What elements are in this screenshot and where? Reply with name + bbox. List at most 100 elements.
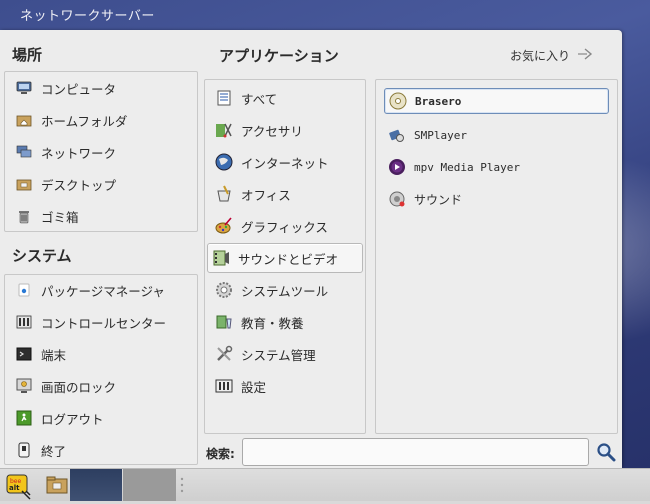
search-input[interactable] [242, 438, 589, 466]
category-system-admin[interactable]: システム管理 [211, 340, 361, 368]
workspace-1[interactable] [70, 469, 122, 501]
app-label: サウンド [414, 192, 463, 207]
app-list: Brasero SMPlayer mpv Media Player サウンド [375, 79, 618, 434]
system-admin-icon [215, 345, 233, 363]
system-item-label: パッケージマネージャ [41, 283, 165, 299]
home-folder-icon [15, 111, 33, 129]
network-icon [15, 143, 33, 161]
office-icon [215, 185, 233, 203]
category-label: 設定 [241, 379, 267, 395]
category-graphics[interactable]: グラフィックス [211, 212, 361, 240]
category-label: アクセサリ [241, 123, 303, 139]
bee-menu-icon: bee alt [4, 474, 34, 504]
taskbar-drag-handle[interactable] [178, 469, 186, 501]
search-button[interactable] [596, 442, 616, 462]
system-item-label: 画面のロック [41, 379, 117, 395]
search-icon [596, 443, 616, 465]
search-label: 検索: [206, 447, 235, 461]
applications-heading: アプリケーション [219, 47, 339, 65]
settings-icon [215, 377, 233, 395]
education-icon [215, 313, 233, 331]
category-list: すべて アクセサリ インターネット オフィス グラフィックス サウンドとビデオ … [204, 79, 366, 434]
app-smplayer[interactable]: SMPlayer [384, 122, 609, 148]
system-item-control-center[interactable]: コントロールセンター [11, 308, 193, 336]
all-apps-icon [215, 89, 233, 107]
application-menu: 場所 コンピュータ ホームフォルダ ネットワーク デスクトップ ゴミ箱 システム… [0, 30, 622, 468]
taskbar-file-manager-button[interactable] [44, 469, 70, 501]
shutdown-icon [15, 441, 33, 459]
system-heading: システム [12, 247, 72, 265]
places-item-home[interactable]: ホームフォルダ [11, 106, 193, 134]
accessories-icon [215, 121, 233, 139]
brasero-disc-icon [389, 92, 407, 110]
places-heading: 場所 [12, 46, 43, 64]
system-list: パッケージマネージャ コントロールセンター 端末 画面のロック ログアウト 終了 [4, 274, 198, 465]
system-item-lock-screen[interactable]: 画面のロック [11, 372, 193, 400]
category-label: 教育・教養 [241, 315, 304, 331]
category-accessories[interactable]: アクセサリ [211, 116, 361, 144]
system-item-shutdown[interactable]: 終了 [11, 436, 193, 464]
favorites-button[interactable]: お気に入り [510, 46, 594, 65]
system-item-label: 終了 [41, 443, 67, 459]
sound-speaker-icon [388, 190, 406, 208]
background-window-title: ネットワークサーバー [20, 9, 155, 24]
computer-icon [15, 79, 33, 97]
logout-icon [15, 409, 33, 427]
desktop-folder-icon [15, 175, 33, 193]
workspace-2[interactable] [123, 469, 176, 501]
internet-globe-icon [215, 153, 233, 171]
system-item-terminal[interactable]: 端末 [11, 340, 193, 368]
smplayer-icon [388, 126, 406, 144]
chevron-right-icon [576, 46, 594, 65]
app-label: Brasero [415, 94, 462, 108]
system-item-label: 端末 [41, 347, 67, 363]
category-label: グラフィックス [241, 219, 328, 235]
folder-icon [44, 476, 70, 504]
app-label: SMPlayer [414, 128, 467, 142]
trash-icon [15, 207, 33, 225]
app-mpv[interactable]: mpv Media Player [384, 154, 609, 180]
favorites-label: お気に入り [509, 49, 570, 63]
system-item-label: コントロールセンター [41, 315, 167, 331]
category-office[interactable]: オフィス [211, 180, 361, 208]
places-item-network[interactable]: ネットワーク [11, 138, 193, 166]
app-label: mpv Media Player [414, 160, 520, 174]
places-item-label: コンピュータ [41, 81, 117, 97]
category-label: すべて [241, 91, 278, 107]
svg-text:alt: alt [9, 484, 20, 492]
places-item-label: デスクトップ [41, 177, 117, 193]
system-item-package-manager[interactable]: パッケージマネージャ [11, 276, 193, 304]
system-item-label: ログアウト [41, 411, 104, 427]
app-brasero[interactable]: Brasero [384, 88, 609, 114]
places-item-label: ホームフォルダ [41, 113, 128, 129]
category-system-tools[interactable]: システムツール [211, 276, 361, 304]
taskbar: bee alt [0, 468, 650, 501]
places-item-label: ゴミ箱 [41, 209, 79, 225]
category-internet[interactable]: インターネット [211, 148, 361, 176]
category-education[interactable]: 教育・教養 [211, 308, 361, 336]
category-label: システムツール [241, 283, 329, 299]
terminal-icon [15, 345, 33, 363]
places-item-trash[interactable]: ゴミ箱 [11, 202, 193, 230]
places-list: コンピュータ ホームフォルダ ネットワーク デスクトップ ゴミ箱 [4, 71, 198, 232]
category-all[interactable]: すべて [211, 84, 361, 112]
category-label: オフィス [241, 187, 291, 203]
category-sound-video[interactable]: サウンドとビデオ [207, 243, 363, 273]
places-item-label: ネットワーク [41, 145, 117, 161]
category-label: インターネット [241, 155, 329, 171]
graphics-icon [215, 217, 233, 235]
places-item-computer[interactable]: コンピュータ [11, 74, 193, 102]
package-manager-icon [15, 281, 33, 299]
system-tools-icon [215, 281, 233, 299]
category-label: サウンドとビデオ [238, 251, 339, 267]
lock-screen-icon [15, 377, 33, 395]
category-label: システム管理 [241, 347, 316, 363]
control-center-icon [15, 313, 33, 331]
category-settings[interactable]: 設定 [211, 372, 361, 400]
app-sound[interactable]: サウンド [384, 186, 609, 212]
places-item-desktop[interactable]: デスクトップ [11, 170, 193, 198]
menu-launcher-button[interactable]: bee alt [4, 469, 34, 501]
mpv-icon [388, 158, 406, 176]
sound-video-icon [212, 249, 230, 267]
system-item-logout[interactable]: ログアウト [11, 404, 193, 432]
